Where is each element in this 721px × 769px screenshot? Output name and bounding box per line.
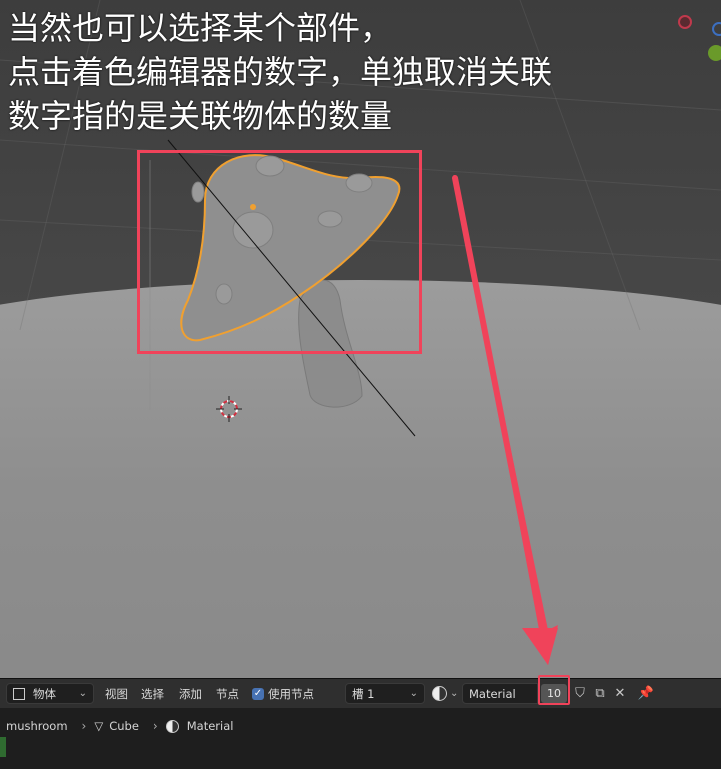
use-nodes-label: 使用节点 [268,686,314,701]
material-name: Material [469,686,516,701]
material-name-field[interactable]: Material [462,683,538,704]
duplicate-material-icon[interactable]: ⧉ [590,683,610,703]
chevron-down-icon: ⌄ [450,688,459,699]
chevron-down-icon: ⌄ [409,688,418,699]
use-nodes-toggle[interactable]: ✓ 使用节点 [252,683,314,704]
caption-line-3: 数字指的是关联物体的数量 [8,97,393,135]
chevron-right-icon: › [81,719,87,733]
selection-highlight-box [137,150,422,354]
menu-select[interactable]: 选择 [141,683,164,704]
user-count-annotation-box [538,675,570,705]
breadcrumb-material: Material [186,719,234,733]
caption-line-2: 点击着色编辑器的数字，单独取消关联 [8,53,553,91]
axis-gizmo-x-icon[interactable] [678,15,692,29]
mesh-icon: ▽ [94,719,104,733]
chevron-down-icon: ⌄ [78,688,87,699]
axis-gizmo-y-icon[interactable] [708,45,721,61]
caption-line-1: 当然也可以选择某个部件， [8,9,393,47]
shader-editor-header: 物体 ⌄ 视图 选择 添加 节点 ✓ 使用节点 槽 1 ⌄ ⌄ Material… [0,679,721,708]
axis-gizmo-z-icon[interactable] [712,22,721,36]
object-mode-dropdown[interactable]: 物体 ⌄ [6,683,94,704]
checkbox-icon[interactable]: ✓ [252,687,264,700]
breadcrumb-object: mushroom [6,719,68,733]
shader-editor: 物体 ⌄ 视图 选择 添加 节点 ✓ 使用节点 槽 1 ⌄ ⌄ Material… [0,678,721,769]
material-browse-button[interactable]: ⌄ [432,683,458,704]
mode-label: 物体 [33,686,56,701]
menu-node[interactable]: 节点 [216,683,239,704]
3d-cursor-icon[interactable] [216,396,242,422]
breadcrumb-mesh: Cube [109,719,139,733]
chevron-right-icon: › [152,719,158,733]
material-sphere-icon [432,686,447,701]
unlink-close-icon[interactable]: ✕ [610,683,630,703]
material-slot-dropdown[interactable]: 槽 1 ⌄ [345,683,425,704]
tutorial-caption: 当然也可以选择某个部件， 点击着色编辑器的数字，单独取消关联 数字指的是关联物体… [8,6,552,138]
node-edge[interactable] [0,737,6,757]
3d-viewport[interactable]: 当然也可以选择某个部件， 点击着色编辑器的数字，单独取消关联 数字指的是关联物体… [0,0,721,678]
object-mode-icon [13,687,25,700]
breadcrumb: mushroom › ▽ Cube › Material [0,715,233,737]
material-sphere-icon [165,719,179,733]
pin-icon[interactable]: 📌 [636,683,656,703]
fake-user-shield-icon[interactable]: ⛉ [570,683,590,703]
menu-add[interactable]: 添加 [179,683,202,704]
menu-view[interactable]: 视图 [105,683,128,704]
slot-label: 槽 1 [352,686,375,701]
